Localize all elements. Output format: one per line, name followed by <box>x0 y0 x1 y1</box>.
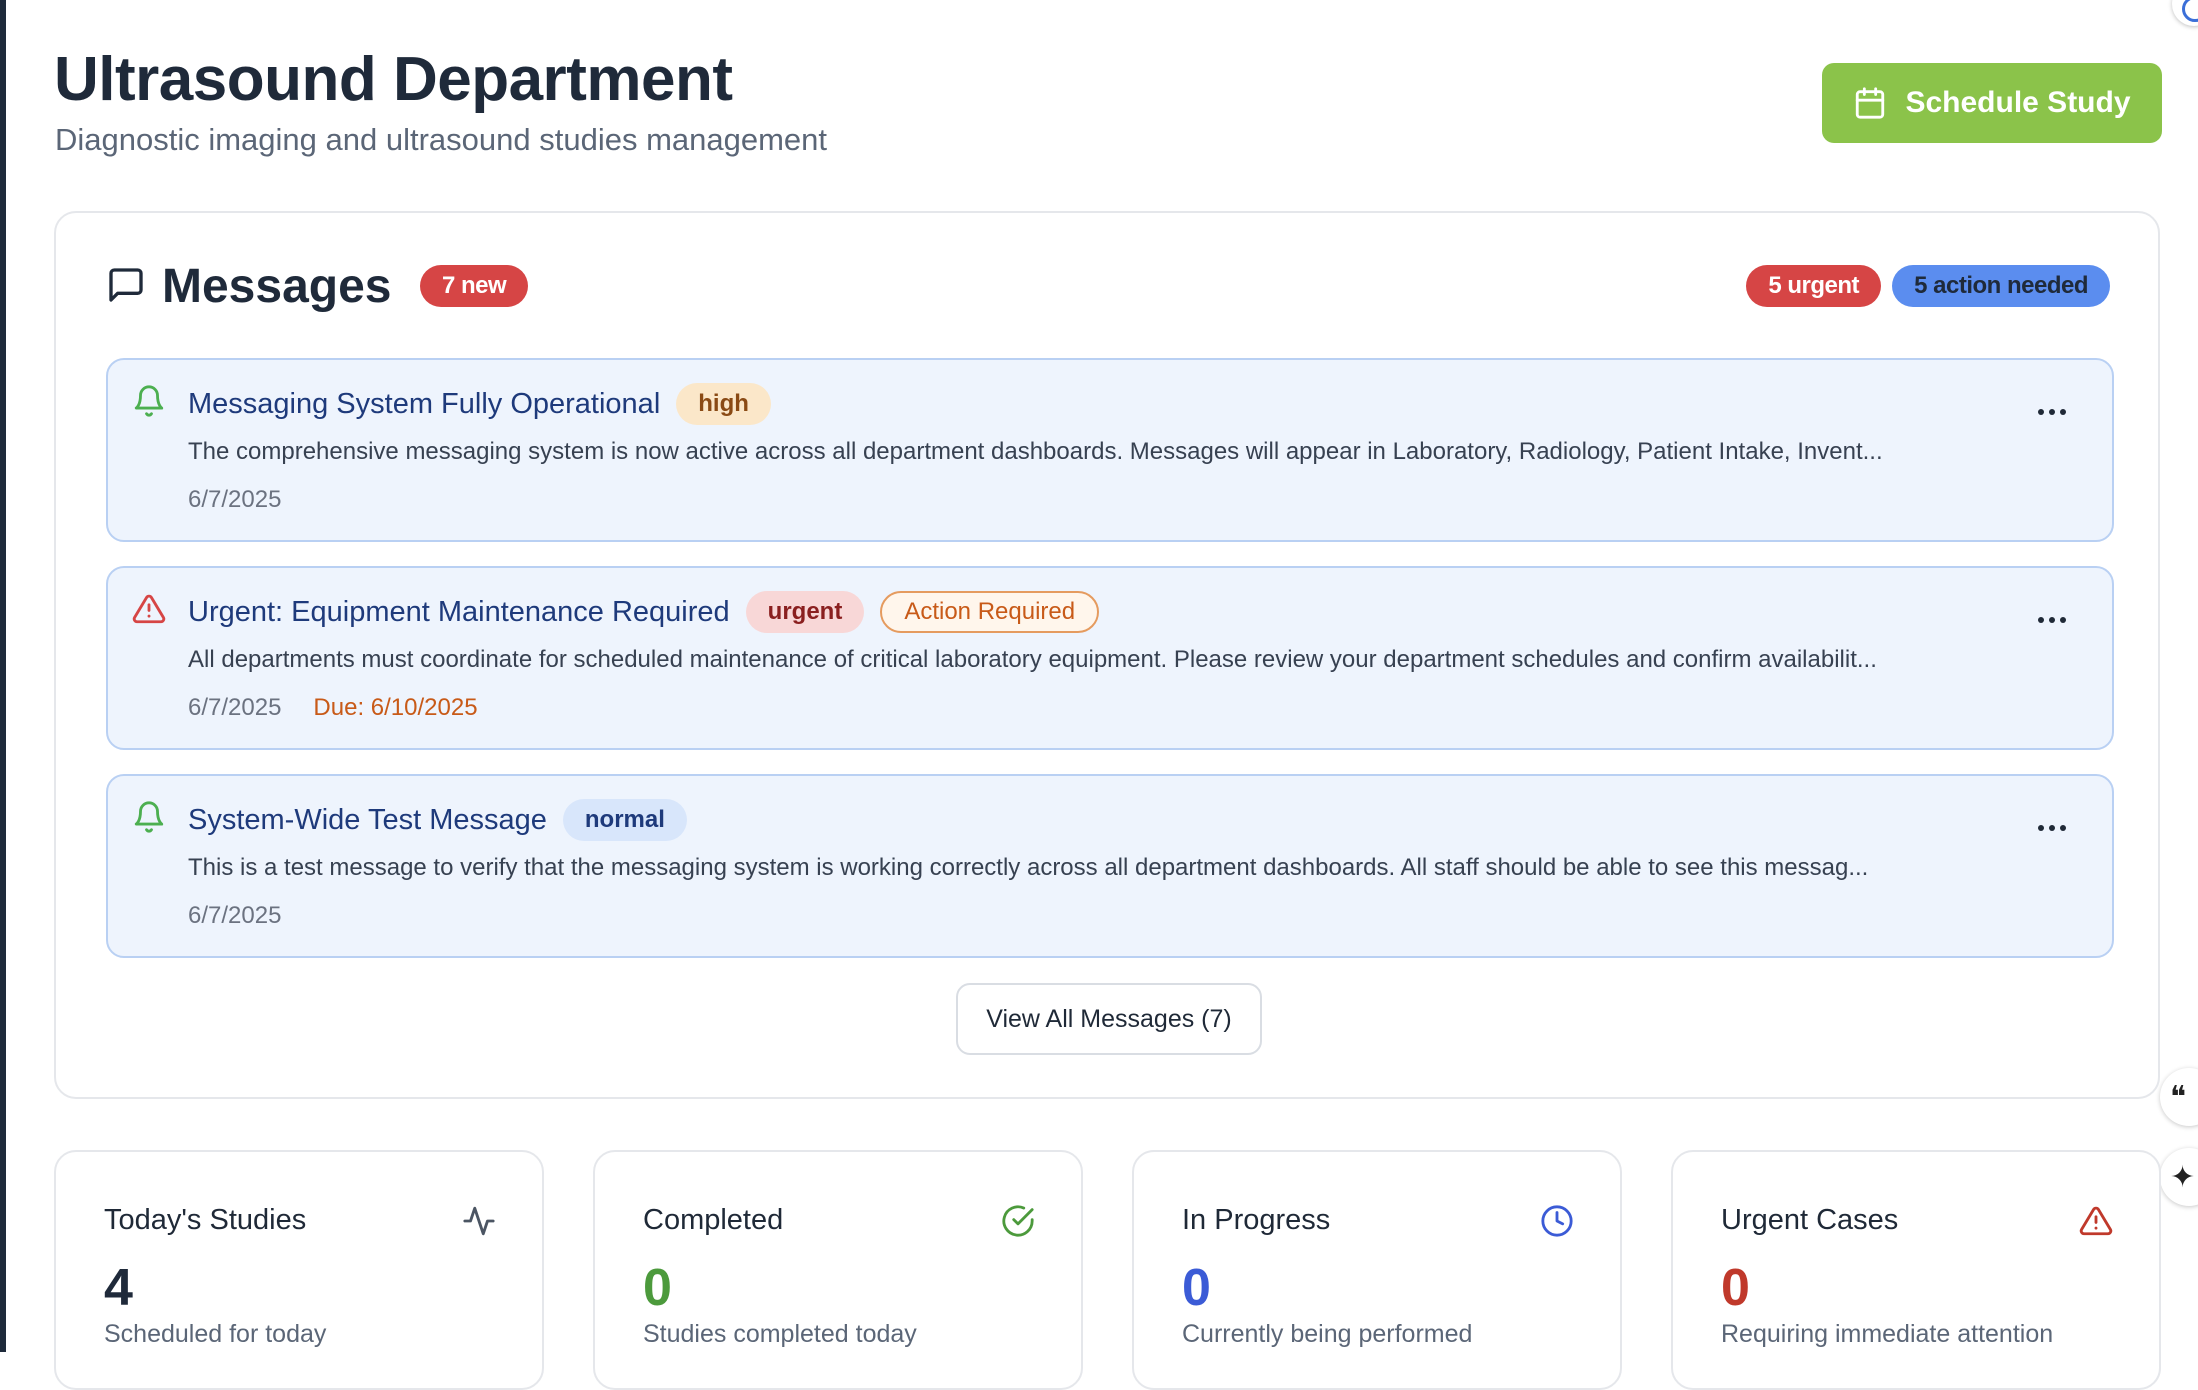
urgent-count-badge: 5 urgent <box>1746 265 1881 307</box>
stat-card-completed: Completed 0 Studies completed today <box>593 1150 1083 1390</box>
stat-card-urgent-cases: Urgent Cases 0 Requiring immediate atten… <box>1671 1150 2161 1390</box>
bell-icon <box>134 801 164 833</box>
stat-description: Scheduled for today <box>104 1320 327 1348</box>
stat-value: 0 <box>1721 1259 1750 1317</box>
stat-card-in-progress: In Progress 0 Currently being performed <box>1132 1150 1622 1390</box>
stat-description: Studies completed today <box>643 1320 917 1348</box>
stat-card-todays-studies: Today's Studies 4 Scheduled for today <box>54 1150 544 1390</box>
quote-widget-icon[interactable]: ❝ <box>2160 1068 2198 1126</box>
message-item[interactable]: Urgent: Equipment Maintenance Required u… <box>106 566 2114 750</box>
activity-icon <box>463 1206 495 1236</box>
message-body: The comprehensive messaging system is no… <box>188 438 1883 465</box>
stat-label: Today's Studies <box>104 1204 307 1236</box>
message-square-icon <box>109 268 143 302</box>
clock-icon <box>1541 1205 1573 1237</box>
message-date: 6/7/2025 <box>188 486 282 513</box>
stat-label: In Progress <box>1182 1204 1331 1236</box>
more-options-button[interactable] <box>2032 816 2072 840</box>
stat-label: Completed <box>643 1204 784 1236</box>
alert-triangle-icon <box>2079 1206 2113 1236</box>
extension-widget-icon[interactable] <box>2172 0 2198 26</box>
action-required-badge: Action Required <box>880 591 1100 633</box>
stat-value: 4 <box>104 1259 133 1317</box>
schedule-study-button[interactable]: Schedule Study <box>1822 63 2162 143</box>
message-due-date: Due: 6/10/2025 <box>313 694 478 721</box>
schedule-study-label: Schedule Study <box>1905 86 2131 119</box>
message-title[interactable]: System-Wide Test Message <box>188 804 547 837</box>
action-needed-badge: 5 action needed <box>1892 265 2110 307</box>
more-options-button[interactable] <box>2032 400 2072 424</box>
message-date: 6/7/2025 <box>188 694 282 721</box>
stat-value: 0 <box>1182 1259 1211 1317</box>
new-messages-badge: 7 new <box>420 265 529 307</box>
stat-value: 0 <box>643 1259 672 1317</box>
calendar-icon <box>1856 87 1885 119</box>
message-title[interactable]: Messaging System Fully Operational <box>188 388 660 421</box>
bell-icon <box>134 385 164 417</box>
message-title[interactable]: Urgent: Equipment Maintenance Required <box>188 596 730 629</box>
page-title: Ultrasound Department <box>54 45 733 114</box>
stat-description: Currently being performed <box>1182 1320 1473 1348</box>
message-body: All departments must coordinate for sche… <box>188 646 1877 673</box>
messages-panel: Messages 7 new 5 urgent 5 action needed … <box>54 211 2160 1099</box>
priority-badge: urgent <box>745 591 865 633</box>
alert-triangle-icon <box>132 594 166 624</box>
check-circle-icon <box>1002 1205 1034 1237</box>
message-body: This is a test message to verify that th… <box>188 854 1869 881</box>
more-options-button[interactable] <box>2032 608 2072 632</box>
view-all-messages-button[interactable]: View All Messages (7) <box>956 983 1262 1055</box>
priority-badge: normal <box>562 799 687 841</box>
ultrasound-dashboard: Ultrasound Department Diagnostic imaging… <box>0 0 2198 1390</box>
message-item[interactable]: System-Wide Test Message normal This is … <box>106 774 2114 958</box>
messages-title: Messages <box>162 260 392 313</box>
sparkle-widget-icon[interactable]: ✦ <box>2160 1148 2198 1206</box>
priority-badge: high <box>676 383 771 425</box>
message-date: 6/7/2025 <box>188 902 282 929</box>
stat-description: Requiring immediate attention <box>1721 1320 2054 1348</box>
stat-label: Urgent Cases <box>1721 1204 1899 1236</box>
message-item[interactable]: Messaging System Fully Operational high … <box>106 358 2114 542</box>
page-subtitle: Diagnostic imaging and ultrasound studie… <box>55 122 828 157</box>
